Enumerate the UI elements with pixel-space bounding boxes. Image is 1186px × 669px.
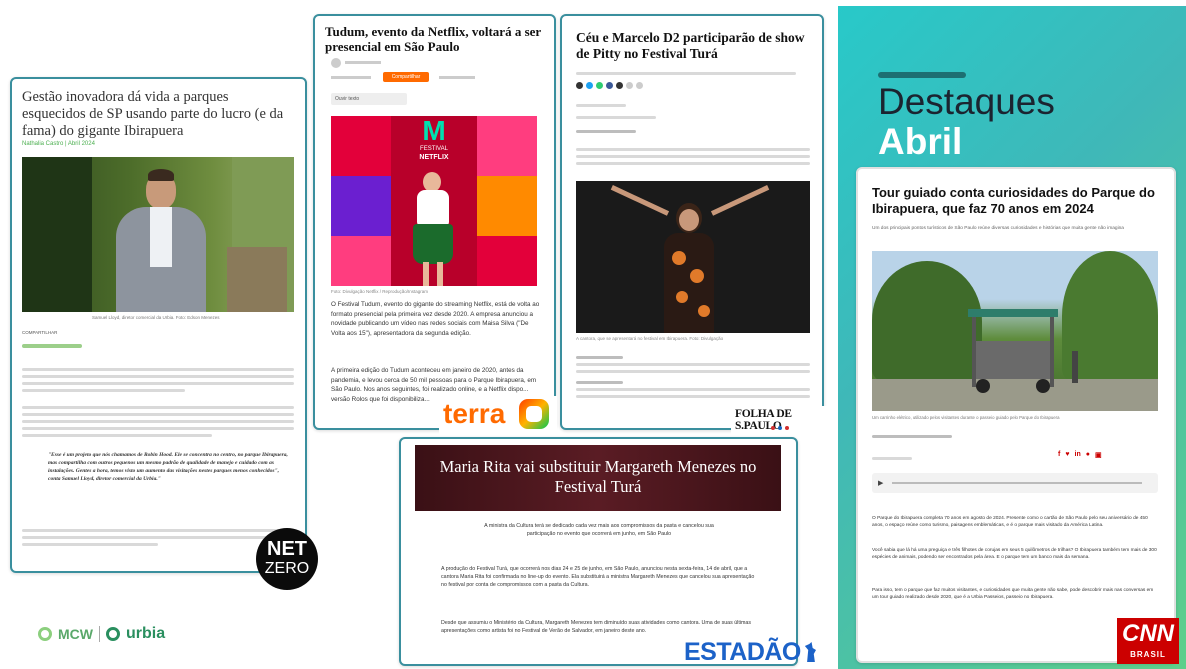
mcw-logo-text: MCW — [58, 626, 93, 642]
share-icons[interactable] — [22, 344, 82, 348]
photo-caption: A cantora, que se apresentará no festiva… — [576, 336, 724, 341]
article-body-3: Para isso, tem o parque que faz muitos v… — [872, 588, 1154, 600]
panel-heading: Destaques — [878, 81, 1055, 122]
terra-article-card[interactable]: Tudum, evento da Netflix, voltará a ser … — [313, 14, 556, 430]
article-quote: "Esse é um projeto que nós chamamos de R… — [48, 452, 288, 482]
twitter-icon[interactable]: ♥ — [1065, 451, 1069, 459]
article-photo — [22, 157, 294, 312]
article-meta: Nathalia Castro | Abril 2024 — [22, 141, 95, 147]
photo-caption: Um carrinho elétrico, utilizado pelos vi… — [872, 415, 1060, 420]
partner-logos: MCW urbia — [38, 622, 165, 646]
terra-logo-icon — [519, 399, 549, 429]
article-body-2: Você sabia que lá há uma preguiça e três… — [872, 548, 1157, 560]
play-icon[interactable]: ▶ — [878, 479, 883, 487]
netflix-m-logo: M — [422, 116, 446, 146]
article-body — [576, 144, 810, 169]
share-button[interactable]: Compartilhar — [383, 72, 429, 82]
urbia-icon — [106, 627, 120, 641]
audio-progress[interactable] — [892, 482, 1142, 484]
netflix-name-text: NETFLIX — [419, 154, 449, 161]
article-body-1: O Parque do Ibirapuera completa 70 anos … — [872, 516, 1148, 528]
horse-icon — [804, 642, 816, 662]
photo-caption: Samuel Lloyd, diretor comercial da Urbia… — [92, 315, 220, 320]
urbia-logo-text: urbia — [126, 625, 166, 642]
panel-subheading: Abril — [878, 121, 963, 162]
article-subtitle — [576, 68, 796, 79]
folha-logo: FOLHA DE S.PAULO — [731, 406, 833, 436]
article-photo: M FESTIVAL NETFLIX — [331, 116, 537, 286]
terra-logo: terra — [439, 396, 557, 434]
author-avatar — [331, 58, 341, 68]
netzero-logo: NET ZERO — [256, 528, 318, 590]
share-icons[interactable] — [576, 82, 643, 89]
mcw-icon — [38, 627, 52, 641]
article-title[interactable]: Tudum, evento da Netflix, voltará a ser … — [325, 24, 545, 54]
article-lead: A ministra da Cultura terá se dedicado c… — [484, 523, 714, 537]
linkedin-icon[interactable]: in — [1075, 451, 1081, 459]
article-title[interactable]: Tour guiado conta curiosidades do Parque… — [872, 185, 1162, 217]
terra-logo-text: terra — [443, 398, 506, 429]
article-photo — [576, 181, 810, 333]
estadao-logo-text: ESTADÃO — [684, 637, 801, 666]
netzero-logo-bottom: ZERO — [264, 560, 310, 577]
article-body-1: A produção do Festival Turá, que ocorrer… — [441, 566, 755, 588]
folha-article-card[interactable]: Céu e Marcelo D2 participarão de show de… — [560, 14, 824, 430]
photo-caption: Foto: Divulgação Netflix / Reprodução/In… — [331, 289, 429, 294]
facebook-icon[interactable]: f — [1058, 451, 1060, 459]
heading-accent-bar — [878, 72, 966, 78]
article-body — [22, 364, 294, 441]
pinterest-icon[interactable]: ● — [1086, 451, 1090, 459]
netzero-article-card[interactable]: Gestão inovadora dá vida a parques esque… — [10, 77, 307, 573]
article-body-2 — [22, 525, 294, 550]
audio-player[interactable]: ▶ — [872, 473, 1158, 493]
cnn-brasil-logo: CNN BRASIL — [1117, 618, 1179, 664]
cnn-logo-text: CNN — [1122, 620, 1174, 647]
article-title[interactable]: Maria Rita vai substituir Margareth Mene… — [415, 445, 781, 511]
article-body-2 — [576, 352, 810, 402]
article-body-2: Desde que assumiu o Ministério da Cultur… — [441, 620, 752, 634]
share-icons[interactable]: f ♥ in ● ▣ — [1058, 451, 1102, 459]
article-body-1: O Festival Tudum, evento do gigante do s… — [331, 301, 540, 337]
netflix-festival-text: FESTIVAL — [420, 146, 448, 152]
estadao-article-card[interactable]: Maria Rita vai substituir Margareth Mene… — [399, 437, 798, 666]
share-label: COMPARTILHAR — [22, 330, 58, 335]
article-photo — [872, 251, 1158, 411]
brasil-logo-text: BRASIL — [1130, 650, 1166, 659]
cnn-article-card[interactable]: Tour guiado conta curiosidades do Parque… — [856, 167, 1176, 663]
article-title[interactable]: Céu e Marcelo D2 participarão de show de… — [576, 30, 811, 62]
listen-button[interactable]: Ouvir texto — [331, 93, 407, 105]
article-title[interactable]: Gestão inovadora dá vida a parques esque… — [22, 89, 294, 140]
netzero-logo-top: NET — [267, 538, 307, 560]
article-subtitle: Um dos principais pontos turísticos de S… — [872, 226, 1124, 231]
flipboard-icon[interactable]: ▣ — [1095, 451, 1102, 459]
estadao-logo: ESTADÃO — [684, 636, 816, 668]
